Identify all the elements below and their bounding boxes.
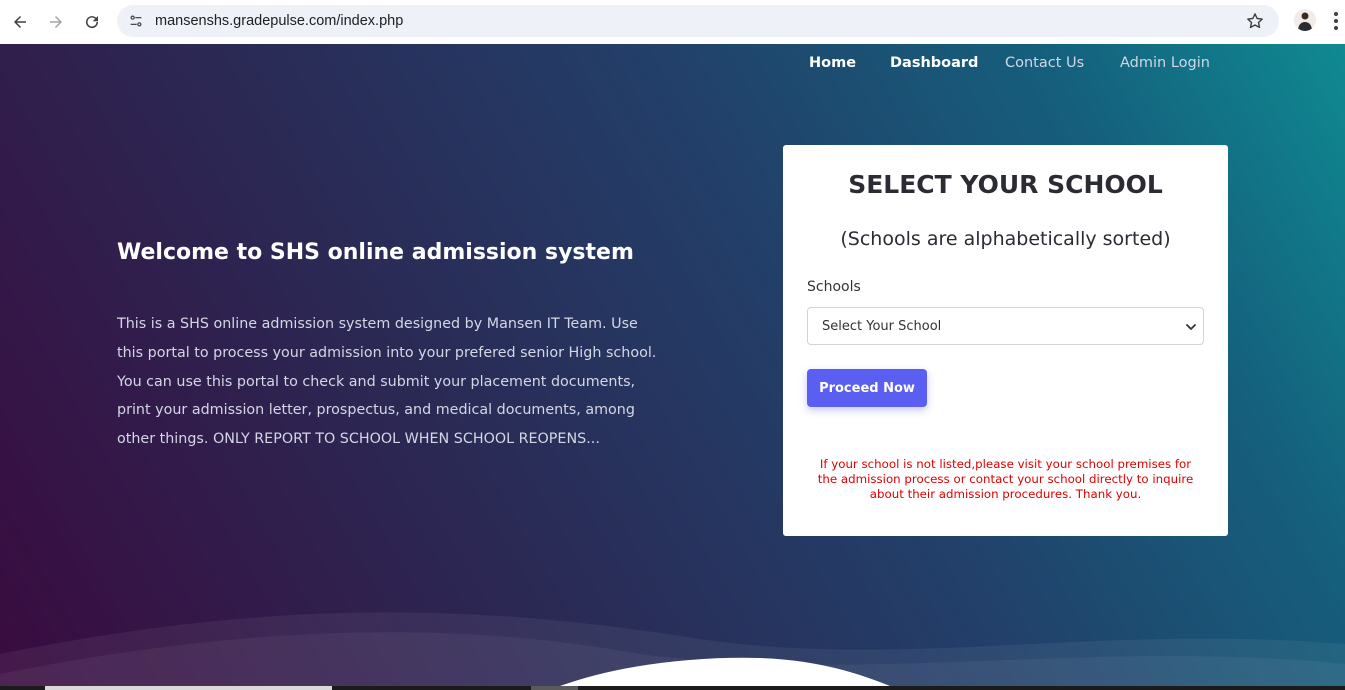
card-subtitle: (Schools are alphabetically sorted) — [840, 228, 1171, 250]
nav-admin-login-link[interactable]: Admin Login — [1120, 55, 1210, 71]
site-info-button[interactable] — [123, 8, 149, 34]
notice-line: the admission process or contact your sc… — [817, 472, 1194, 486]
tune-icon — [130, 15, 142, 27]
intro-line: print your admission letter, prospectus,… — [117, 402, 635, 419]
intro-paragraph: This is a SHS online admission system de… — [117, 310, 677, 454]
schools-label: Schools — [807, 279, 861, 295]
page-content: Home Dashboard Contact Us Admin Login We… — [0, 44, 1345, 686]
school-select-card: SELECT YOUR SCHOOL (Schools are alphabet… — [783, 145, 1228, 536]
top-navigation: Home Dashboard Contact Us Admin Login — [0, 55, 1345, 77]
school-select[interactable]: Select Your School — [807, 307, 1204, 345]
arrow-right-icon — [50, 16, 62, 28]
intro-line: other things. ONLY REPORT TO SCHOOL WHEN… — [117, 431, 600, 448]
address-bar[interactable]: mansenshs.gradepulse.com/index.php — [117, 5, 1279, 37]
intro-line: this portal to process your admission in… — [117, 344, 657, 361]
chevron-down-icon — [1186, 324, 1196, 330]
profile-avatar[interactable] — [1294, 9, 1316, 31]
intro-line: You can use this portal to check and sub… — [117, 373, 636, 390]
decorative-waves — [0, 612, 1345, 686]
reload-button[interactable] — [74, 4, 110, 40]
url-text[interactable]: mansenshs.gradepulse.com/index.php — [155, 13, 403, 29]
proceed-button[interactable]: Proceed Now — [807, 369, 927, 407]
avatar-icon — [1298, 12, 1312, 31]
bottom-strip — [0, 686, 1345, 690]
nav-contact-link[interactable]: Contact Us — [1005, 55, 1084, 71]
arrow-left-icon — [14, 16, 26, 28]
reload-icon — [86, 16, 99, 29]
bottom-strip-segment — [45, 686, 332, 690]
intro-line: This is a SHS online admission system de… — [117, 316, 638, 332]
notice-line: If your school is not listed,please visi… — [819, 457, 1192, 471]
nav-dashboard-link[interactable]: Dashboard — [890, 55, 978, 71]
card-title: SELECT YOUR SCHOOL — [848, 170, 1163, 199]
forward-button[interactable] — [38, 4, 74, 40]
star-icon[interactable] — [1245, 11, 1265, 31]
welcome-heading: Welcome to SHS online admission system — [117, 240, 634, 265]
bottom-strip-segment — [531, 686, 578, 690]
browser-toolbar: mansenshs.gradepulse.com/index.php — [0, 0, 1345, 44]
kebab-icon[interactable] — [1333, 11, 1339, 31]
back-button[interactable] — [2, 4, 38, 40]
nav-home-link[interactable]: Home — [809, 55, 856, 71]
school-select-value: Select Your School — [822, 318, 942, 334]
not-listed-notice: If your school is not listed,please visi… — [799, 457, 1212, 502]
notice-line: about their admission procedures. Thank … — [869, 487, 1142, 501]
